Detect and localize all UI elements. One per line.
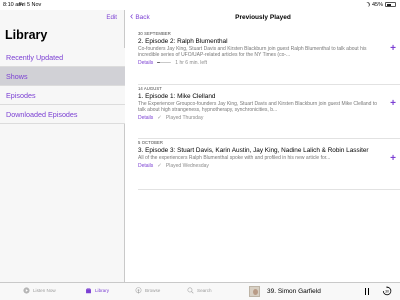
details-button[interactable]: Details [138,115,153,121]
pause-icon[interactable] [364,288,370,295]
episode-title[interactable]: 1. Episode 1: Mike Clelland [138,93,383,100]
status-right: 45% [365,2,396,8]
episode-description: The Experiencer Groupco-founders Jay Kin… [138,100,378,113]
episode-description: Co-founders Jay King, Stuart Davis and K… [138,45,367,58]
episode-status: Played Wednesday [165,162,209,169]
episode-description: All of the experiencers Ralph Blumenthal… [138,154,331,161]
status-date: Fri 5 Nov [19,2,42,8]
library-icon [86,288,91,294]
page-title: Previously Played [235,14,291,21]
battery-icon [385,2,396,7]
mini-player[interactable]: 39. Simon Garfield 30 [242,282,400,300]
previously-played-pane: ‹ Back Previously Played 30 SEPTEMBER 2.… [126,10,400,282]
tab-label: Search [197,288,212,293]
add-episode-icon[interactable]: + [390,98,396,109]
divider [138,84,400,85]
skip-forward-30-icon[interactable]: 30 [382,286,392,296]
episode-status: Played Thursday [165,114,204,121]
episode-meta: Details 1 hr 6 min. left [138,60,398,66]
library-sidebar: Edit Library Recently Updated Shows Epis… [0,10,125,282]
progress-bar [157,61,172,64]
edit-button[interactable]: Edit [106,14,117,21]
episode-title[interactable]: 3. Episode 3: Stuart Davis, Karin Austin… [138,147,383,154]
episode-row[interactable]: 14 AUGUST 1. Episode 1: Mike Clelland Th… [138,86,398,121]
progress-fill [157,61,161,64]
podcasts-screen: 8:10 am Fri 5 Nov 45% Edit Library Recen… [0,0,400,300]
episode-date: 30 SEPTEMBER [138,31,171,36]
navigation-bar: ‹ Back Previously Played [126,10,400,28]
details-button[interactable]: Details [138,163,153,169]
sidebar-item-recently-updated[interactable]: Recently Updated [0,48,125,67]
episode-row[interactable]: 30 SEPTEMBER 2. Episode 2: Ralph Blument… [138,31,398,66]
divider [138,138,400,139]
episode-row[interactable]: 5 OCTOBER 3. Episode 3: Stuart Davis, Ka… [138,140,398,169]
episode-date: 14 AUGUST [138,86,162,91]
podcasts-icon [135,287,142,294]
library-title: Library [5,28,48,42]
sidebar-item-downloaded-episodes[interactable]: Downloaded Episodes [0,105,125,124]
do-not-disturb-icon [364,1,370,7]
episode-date: 5 OCTOBER [138,140,164,145]
episode-title[interactable]: 2. Episode 2: Ralph Blumenthal [138,38,383,45]
checkmark-icon: ✓ [157,162,162,169]
play-circle-icon [23,287,30,294]
now-playing-title: 39. Simon Garfield [267,288,321,295]
tab-label: Listen Now [33,288,56,293]
tab-search[interactable]: Search [187,287,212,294]
tab-library[interactable]: Library [85,287,109,294]
sidebar-item-episodes[interactable]: Episodes [0,86,125,105]
sidebar-item-shows[interactable]: Shows [0,67,125,86]
tab-listen-now[interactable]: Listen Now [23,287,56,294]
svg-text:30: 30 [385,289,389,293]
episode-status: 1 hr 6 min. left [175,59,207,66]
episode-meta: Details ✓ Played Thursday [138,115,398,121]
artwork-portrait [253,289,258,295]
search-icon [187,287,194,294]
divider [138,189,400,190]
details-button[interactable]: Details [138,60,153,66]
status-bar: 8:10 am Fri 5 Nov 45% [0,0,400,10]
add-episode-icon[interactable]: + [390,43,396,54]
episode-artwork [249,286,260,297]
battery-percent: 45% [371,1,383,8]
tab-label: Library [95,288,110,293]
episode-meta: Details ✓ Played Wednesday [138,163,398,169]
tab-browse[interactable]: Browse [135,287,160,294]
add-episode-icon[interactable]: + [390,153,396,164]
checkmark-icon: ✓ [157,114,162,121]
tab-label: Browse [145,288,161,293]
